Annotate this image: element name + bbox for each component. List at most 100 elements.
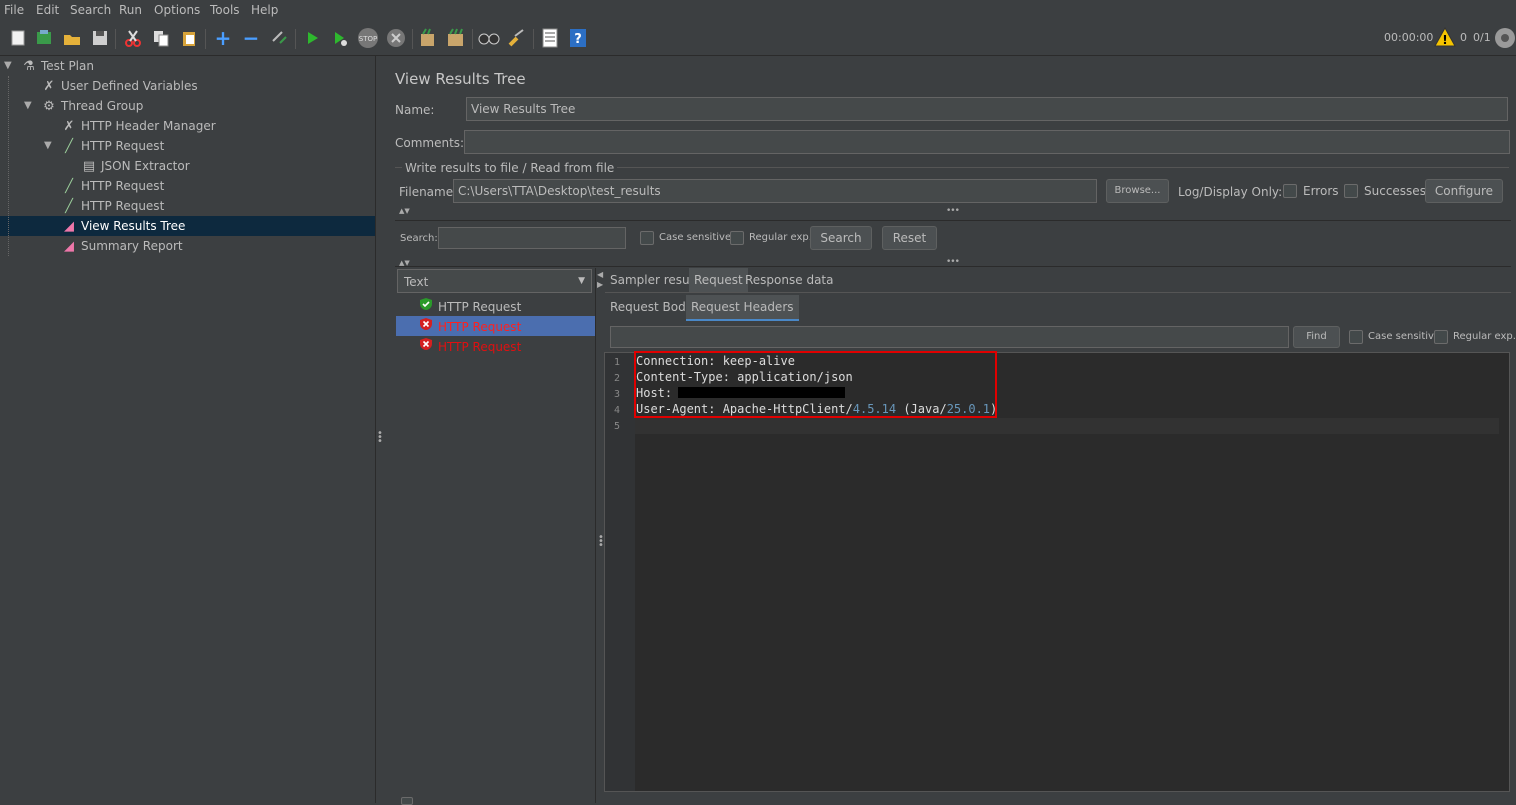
warning-icon[interactable]: ! <box>1434 26 1456 50</box>
pipette-icon: ╱ <box>65 199 73 214</box>
open-icon[interactable] <box>61 27 83 49</box>
pipette-icon: ╱ <box>65 179 73 194</box>
search-icon[interactable] <box>478 27 500 49</box>
expand-all-icon[interactable]: + <box>212 26 234 50</box>
paste-icon[interactable] <box>178 27 200 49</box>
document-icon: ▤ <box>82 159 96 174</box>
view-results-tree-panel: View Results Tree Name: Comments: Write … <box>385 56 1516 805</box>
editor-bottom-tabs <box>604 793 1510 803</box>
find-case-sensitive-label: Case sensitive <box>1368 331 1441 342</box>
regular-exp-checkbox[interactable] <box>730 231 744 245</box>
templates-icon[interactable] <box>33 27 55 49</box>
menu-tools[interactable]: Tools <box>210 3 240 17</box>
splitter-handle[interactable]: ••• <box>377 429 383 447</box>
tree-item-http-request[interactable]: ╱ HTTP Request <box>60 176 164 196</box>
stop-icon[interactable]: STOP <box>357 27 379 49</box>
toggle-icon[interactable] <box>268 27 290 49</box>
comments-label: Comments: <box>395 136 465 150</box>
chevron-down-icon[interactable]: ▼ <box>44 140 52 151</box>
clear-icon[interactable] <box>417 27 439 49</box>
results-list-pane: Text ▼ HTTP Request HTTP Request HTTP Re… <box>396 268 596 805</box>
svg-text:?: ? <box>574 32 582 47</box>
copy-icon[interactable] <box>150 27 172 49</box>
line-number: 3 <box>614 389 621 400</box>
find-button[interactable]: Find <box>1293 326 1340 348</box>
tab-request[interactable]: Request <box>689 268 748 292</box>
start-no-pauses-icon[interactable] <box>329 27 351 49</box>
filename-label: Filename <box>399 185 454 199</box>
start-icon[interactable] <box>301 27 323 49</box>
tree-item-json-extractor[interactable]: ▤ JSON Extractor <box>80 156 190 176</box>
chevron-down-icon[interactable]: ▼ <box>24 100 32 111</box>
tree-item-http-header-manager[interactable]: ✗ HTTP Header Manager <box>60 116 216 136</box>
shutdown-icon[interactable] <box>385 27 407 49</box>
split-arrows-icon[interactable]: ▲▼ <box>399 207 410 215</box>
help-icon[interactable]: ? <box>567 27 589 49</box>
name-label: Name: <box>395 103 435 117</box>
chart-icon: ◢ <box>64 219 74 234</box>
flask-icon: ⚗ <box>23 59 35 74</box>
find-case-sensitive-checkbox[interactable] <box>1349 330 1363 344</box>
errors-checkbox[interactable] <box>1283 184 1297 198</box>
configure-button[interactable]: Configure <box>1425 179 1503 203</box>
tree-item-user-defined-variables[interactable]: ✗ User Defined Variables <box>40 76 198 96</box>
tree-item-summary-report[interactable]: ◢ Summary Report <box>60 236 183 256</box>
find-input[interactable] <box>610 326 1289 348</box>
collapse-all-icon[interactable]: − <box>240 26 262 50</box>
reset-search-icon[interactable] <box>506 27 528 49</box>
function-helper-icon[interactable] <box>539 27 561 49</box>
menu-search[interactable]: Search <box>70 3 111 17</box>
gear-icon: ⚙ <box>43 99 55 114</box>
collapse-arrows-icon[interactable]: ◀ ▶ <box>597 270 603 290</box>
tab-response-data[interactable]: Response data <box>740 268 838 292</box>
menu-file[interactable]: File <box>4 3 24 17</box>
clear-all-icon[interactable] <box>445 27 467 49</box>
wrench-icon: ✗ <box>43 79 55 94</box>
splitter-handle[interactable]: ••• <box>946 206 960 216</box>
headers-editor[interactable]: 1 2 3 4 5 Connection: keep-alive Content… <box>604 351 1510 792</box>
browse-button[interactable]: Browse... <box>1106 179 1169 203</box>
remote-status-icon <box>1494 27 1516 52</box>
tree-item-test-plan[interactable]: ⚗ Test Plan <box>20 56 94 76</box>
svg-text:STOP: STOP <box>359 35 377 43</box>
toolbar: + − STOP ? 00:00:00 ! 0 0/1 <box>0 20 1516 56</box>
reset-button[interactable]: Reset <box>882 226 937 250</box>
error-shield-icon <box>417 317 435 338</box>
scroll-checkbox[interactable] <box>401 797 413 805</box>
renderer-select[interactable]: Text ▼ <box>397 269 592 293</box>
menu-edit[interactable]: Edit <box>36 3 59 17</box>
cut-icon[interactable] <box>122 27 144 49</box>
comments-input[interactable] <box>464 130 1510 154</box>
chevron-down-icon[interactable]: ▼ <box>4 60 12 71</box>
write-results-group-title: Write results to file / Read from file <box>402 161 618 175</box>
tree-selection-highlight <box>0 216 375 236</box>
search-button[interactable]: Search <box>810 226 872 250</box>
tree-item-http-request[interactable]: ╱ HTTP Request <box>60 136 164 156</box>
name-input[interactable] <box>466 97 1508 121</box>
successes-label: Successes <box>1364 184 1426 198</box>
menu-run[interactable]: Run <box>119 3 142 17</box>
line-number: 1 <box>614 357 621 368</box>
save-icon[interactable] <box>89 27 111 49</box>
successes-checkbox[interactable] <box>1344 184 1358 198</box>
tree-item-thread-group[interactable]: ⚙ Thread Group <box>40 96 143 116</box>
wrench-icon: ✗ <box>63 119 75 134</box>
case-sensitive-checkbox[interactable] <box>640 231 654 245</box>
new-icon[interactable] <box>7 27 29 49</box>
menu-help[interactable]: Help <box>251 3 278 17</box>
filename-input[interactable] <box>453 179 1097 203</box>
chevron-down-icon: ▼ <box>578 276 585 286</box>
menu-options[interactable]: Options <box>154 3 200 17</box>
result-item[interactable]: HTTP Request <box>417 337 521 357</box>
find-regular-exp-checkbox[interactable] <box>1434 330 1448 344</box>
tree-item-view-results-tree[interactable]: ◢ View Results Tree <box>60 216 185 236</box>
tree-item-http-request[interactable]: ╱ HTTP Request <box>60 196 164 216</box>
result-item[interactable]: HTTP Request <box>417 317 521 337</box>
tab-request-body[interactable]: Request Body <box>605 295 698 319</box>
renderer-select-value: Text <box>404 275 429 289</box>
tab-request-headers[interactable]: Request Headers <box>686 295 799 321</box>
line-number: 2 <box>614 373 621 384</box>
search-input[interactable] <box>438 227 626 249</box>
result-item[interactable]: HTTP Request <box>417 297 521 317</box>
search-label: Search: <box>400 233 438 244</box>
